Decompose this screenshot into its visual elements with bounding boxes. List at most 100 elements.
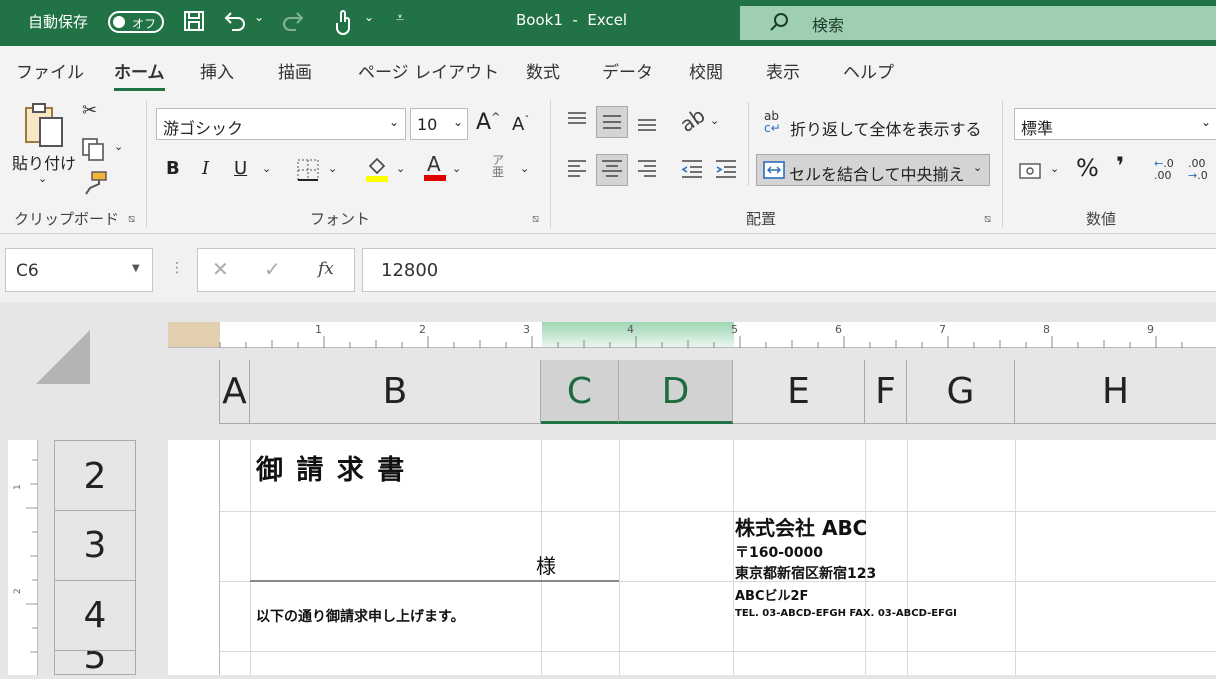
bold-button[interactable]: B (166, 158, 180, 179)
font-size-select[interactable]: 10 ⌄ (410, 108, 468, 140)
borders-icon[interactable] (296, 158, 320, 182)
column-header-c[interactable]: C (541, 360, 619, 424)
clipboard-launcher-icon[interactable]: ⧅ (128, 212, 135, 226)
save-icon[interactable] (182, 9, 206, 33)
align-center-button[interactable] (596, 154, 628, 186)
cancel-icon[interactable]: ✕ (212, 257, 229, 281)
column-header-g[interactable]: G (907, 360, 1015, 424)
font-color-dropdown-icon[interactable]: ⌄ (452, 162, 461, 175)
orientation-icon[interactable]: ab (675, 103, 709, 137)
phonetic-icon[interactable]: ア亜 (492, 154, 504, 178)
column-header-b[interactable]: B (250, 360, 541, 424)
align-middle-button[interactable] (596, 106, 628, 138)
redo-icon[interactable] (280, 8, 306, 34)
touch-dropdown-icon[interactable]: ⌄ (364, 10, 374, 24)
merge-icon (763, 161, 785, 179)
paste-dropdown-icon[interactable]: ⌄ (38, 172, 47, 185)
autosave-toggle[interactable]: オフ (108, 11, 164, 33)
toggle-knob (113, 16, 125, 28)
fill-color-dropdown-icon[interactable]: ⌄ (396, 162, 405, 175)
comma-style-button[interactable]: ❜ (1116, 152, 1124, 180)
drag-handle-icon[interactable]: ⋮ (170, 260, 184, 276)
column-header-a[interactable]: A (219, 360, 250, 424)
tab-page-layout[interactable]: ページ レイアウト (358, 58, 499, 83)
row-header-5[interactable]: 5 (54, 651, 136, 675)
ruler-tick-label: 6 (835, 323, 842, 336)
underline-dropdown-icon[interactable]: ⌄ (262, 162, 271, 175)
decrease-font-icon[interactable]: Aˇ (512, 114, 529, 135)
paste-icon[interactable] (22, 102, 66, 150)
font-color-icon[interactable]: A (424, 152, 446, 184)
company-contact: TEL. 03-ABCD-EFGH FAX. 03-ABCD-EFGI (735, 608, 957, 619)
orientation-dropdown-icon[interactable]: ⌄ (710, 114, 719, 127)
wrap-text-button[interactable]: 折り返して全体を表示する (790, 116, 982, 140)
chevron-down-icon: ⌄ (452, 115, 463, 129)
undo-dropdown-icon[interactable]: ⌄ (254, 10, 264, 24)
ruler-tick-label: 7 (939, 323, 946, 336)
search-icon (768, 11, 790, 33)
insert-function-icon[interactable]: fx (318, 259, 334, 279)
percent-button[interactable]: % (1076, 154, 1099, 182)
fill-color-icon[interactable] (364, 154, 390, 184)
font-name-select[interactable]: 游ゴシック ⌄ (156, 108, 406, 140)
undo-icon[interactable] (222, 8, 248, 34)
copy-dropdown-icon[interactable]: ⌄ (114, 140, 123, 153)
increase-decimal-icon[interactable]: ←.0.00 (1154, 158, 1174, 182)
formula-buttons: ✕ ✓ fx (197, 248, 355, 292)
clipboard-group-label: クリップボード (14, 210, 120, 228)
decrease-indent-icon[interactable] (680, 158, 704, 180)
tab-view[interactable]: 表示 (766, 58, 800, 83)
wrap-text-icon[interactable]: ab c↵ (764, 110, 781, 134)
currency-format-icon[interactable] (1018, 160, 1044, 182)
touch-mode-icon[interactable] (332, 8, 356, 36)
invoice-title: 御 請 求 書 (256, 455, 407, 486)
search-box[interactable]: 検索 (740, 6, 1216, 40)
tab-help[interactable]: ヘルプ (843, 58, 894, 83)
align-left-icon[interactable] (566, 158, 588, 180)
number-format-select[interactable]: 標準 ⌄ (1014, 108, 1216, 140)
alignment-launcher-icon[interactable]: ⧅ (984, 212, 991, 226)
worksheet-grid[interactable]: 御 請 求 書 様 以下の通り御請求申し上げます。 株式会社 ABC 〒160-… (168, 440, 1216, 675)
column-header-e[interactable]: E (733, 360, 865, 424)
tab-draw[interactable]: 描画 (278, 58, 312, 83)
tab-file[interactable]: ファイル (16, 58, 84, 83)
tab-formulas[interactable]: 数式 (526, 58, 560, 83)
cut-icon[interactable]: ✂ (82, 100, 97, 121)
window-title: Book1 - Excel (516, 11, 628, 29)
increase-indent-icon[interactable] (714, 158, 738, 180)
row-header-3[interactable]: 3 (54, 511, 136, 581)
column-header-f[interactable]: F (865, 360, 907, 424)
copy-icon[interactable] (80, 136, 106, 162)
tab-insert[interactable]: 挿入 (200, 58, 234, 83)
select-all-button[interactable] (36, 330, 92, 386)
borders-dropdown-icon[interactable]: ⌄ (328, 162, 337, 175)
italic-button[interactable]: I (202, 158, 209, 179)
align-top-icon[interactable] (566, 110, 588, 132)
font-launcher-icon[interactable]: ⧅ (532, 212, 539, 226)
row-header-4[interactable]: 4 (54, 581, 136, 651)
format-painter-icon[interactable] (82, 170, 108, 196)
align-bottom-icon[interactable] (636, 110, 658, 132)
customize-toolbar-icon[interactable]: ⩡ (396, 10, 404, 26)
phonetic-dropdown-icon[interactable]: ⌄ (520, 162, 529, 175)
increase-font-icon[interactable]: A^ (476, 110, 500, 135)
align-right-icon[interactable] (636, 158, 658, 180)
cell-border-bottom (250, 580, 619, 582)
paste-label[interactable]: 貼り付け (12, 150, 76, 174)
chevron-down-icon: ⌄ (388, 115, 399, 129)
vertical-ruler: 1 2 (8, 440, 38, 675)
column-header-d[interactable]: D (619, 360, 733, 424)
tab-data[interactable]: データ (602, 58, 653, 83)
font-size-value: 10 (417, 115, 438, 134)
column-header-h[interactable]: H (1015, 360, 1216, 424)
merge-center-button[interactable]: セルを結合して中央揃え ⌄ (756, 154, 990, 186)
tab-review[interactable]: 校閲 (689, 58, 723, 83)
tab-home[interactable]: ホーム (114, 58, 165, 91)
decrease-decimal-icon[interactable]: .00 →.0 (1188, 158, 1208, 182)
underline-button[interactable]: U (234, 158, 247, 179)
enter-icon[interactable]: ✓ (264, 257, 281, 281)
name-box[interactable]: C6 ▼ (5, 248, 153, 292)
row-header-2[interactable]: 2 (54, 440, 136, 511)
formula-input[interactable]: 12800 (362, 248, 1216, 292)
currency-dropdown-icon[interactable]: ⌄ (1050, 162, 1059, 175)
